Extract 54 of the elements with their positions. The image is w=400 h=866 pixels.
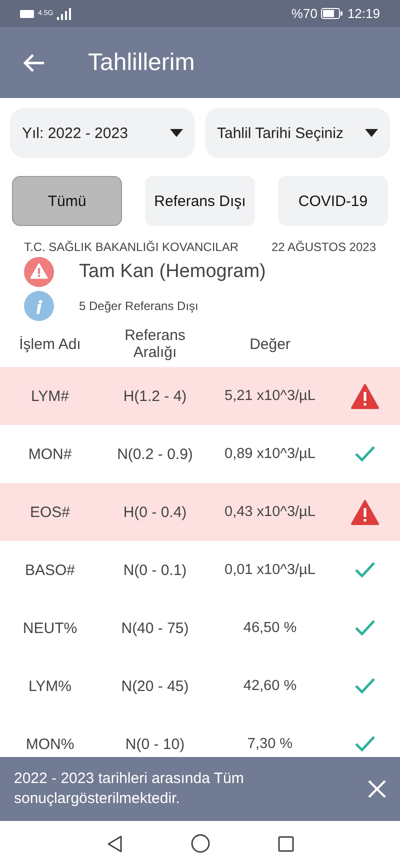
column-header: Referans Aralığı: [124, 327, 186, 361]
filter-tab[interactable]: COVID-19: [278, 176, 388, 226]
close-button[interactable]: [368, 780, 386, 798]
result-value: 46,50 %: [242, 620, 298, 636]
filter-tab[interactable]: Tümü: [12, 176, 122, 226]
column-header: İşlem Adı: [18, 336, 82, 352]
info-icon: [24, 291, 54, 321]
test-code: MON#: [27, 446, 73, 462]
back-button[interactable]: [22, 52, 46, 72]
back-arrow-icon: [22, 52, 46, 72]
test-code: NEUT%: [22, 620, 78, 636]
test-name: Tam Kan (Hemogram): [79, 261, 266, 283]
battery-icon: [321, 8, 344, 19]
volte-icon: [20, 10, 34, 18]
result-value: 0,43 x10^3/µL: [224, 504, 316, 520]
reference-range: N(0.2 - 0.9): [116, 446, 194, 462]
clock: 12:19: [347, 6, 380, 21]
result-value: 7,30 %: [246, 736, 294, 752]
result-value: 0,01 x10^3/µL: [224, 562, 316, 578]
home-nav-button[interactable]: [190, 834, 210, 853]
test-code: MON%: [24, 736, 76, 752]
reference-range: N(20 - 45): [120, 678, 190, 694]
column-header: Değer: [248, 336, 292, 352]
page-title: Tahlillerim: [88, 48, 195, 76]
dropdown[interactable]: Yıl: 2022 - 2023: [10, 108, 195, 158]
institution-name: T.C. SAĞLIK BAKANLIĞI KOVANCILAR: [24, 240, 239, 254]
signal-icon: [57, 8, 72, 20]
recents-nav-button[interactable]: [278, 836, 294, 852]
result-value: 42,60 %: [242, 678, 298, 694]
result-value: 5,21 x10^3/µL: [224, 388, 316, 404]
result-value: 0,89 x10^3/µL: [224, 446, 316, 462]
square-icon: [278, 836, 294, 852]
dropdown[interactable]: Tahlil Tarihi Seçiniz: [205, 108, 390, 158]
close-icon: [368, 780, 386, 798]
reference-range: H(0 - 0.4): [122, 504, 188, 520]
caret-icon: [170, 129, 183, 137]
result-date: 22 AĞUSTOS 2023: [271, 240, 376, 254]
triangle-icon: [106, 834, 122, 852]
snackbar-message: 2022 - 2023 tarihleri arasında Tüm sonuçlargösterilmektedir.: [14, 769, 245, 809]
alert-icon: [24, 257, 54, 287]
reference-range: N(0 - 0.1): [122, 562, 188, 578]
test-code: BASO#: [24, 562, 76, 578]
back-nav-button[interactable]: [106, 834, 122, 852]
test-code: EOS#: [28, 504, 72, 520]
battery-percent: %70: [291, 6, 318, 21]
out-of-range-summary: 5 Değer Referans Dışı: [79, 299, 198, 313]
filter-tab[interactable]: Referans Dışı: [145, 176, 255, 226]
reference-range: N(0 - 10): [124, 736, 186, 752]
test-code: LYM%: [27, 678, 73, 694]
reference-range: H(1.2 - 4): [122, 388, 188, 404]
caret-icon: [365, 129, 378, 137]
circle-icon: [190, 834, 210, 853]
test-code: LYM#: [30, 388, 70, 404]
reference-range: N(40 - 75): [120, 620, 190, 636]
